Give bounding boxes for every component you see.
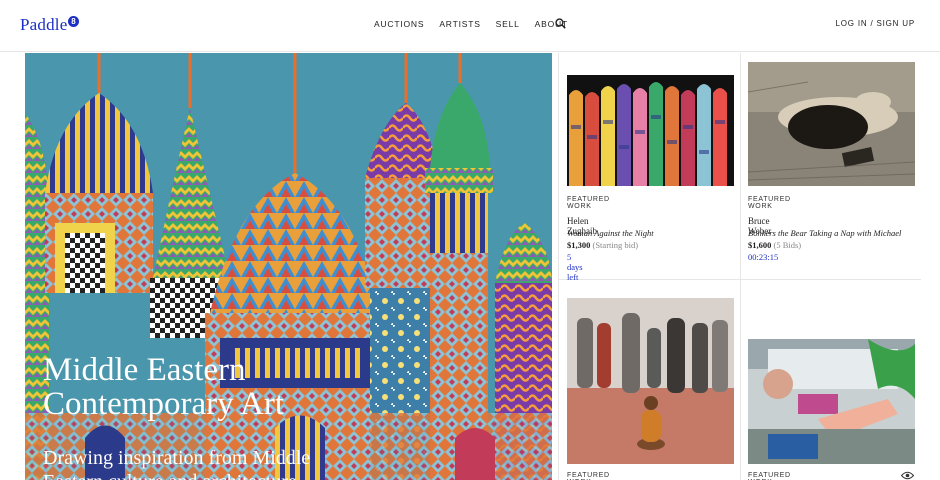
artwork-image	[748, 339, 915, 464]
hero-subtitle: Drawing inspiration from Middle Eastern …	[43, 447, 311, 480]
artwork-image	[748, 62, 915, 186]
time-remaining: 00:23:15	[748, 252, 779, 262]
card-label: FEATURED WORK	[567, 472, 610, 480]
price-note: (5 Bids)	[773, 240, 802, 250]
card-label: FEATURED WORK	[748, 196, 791, 210]
work-title[interactable]: Woman Against the Night	[567, 228, 727, 238]
eye-icon[interactable]	[901, 471, 914, 480]
grid-divider	[558, 53, 559, 480]
nav-sell[interactable]: SELL	[496, 19, 520, 29]
time-remaining: 5 days left	[567, 252, 583, 282]
login-signup-link[interactable]: LOG IN / SIGN UP	[836, 19, 915, 28]
logo-badge[interactable]: 8	[68, 16, 79, 27]
search-icon[interactable]	[555, 18, 566, 29]
work-title[interactable]: Bonkers the Bear Taking a Nap with Micha…	[748, 228, 904, 238]
price-value: $1,300	[567, 240, 591, 250]
card-label: FEATURED WORK	[748, 472, 791, 480]
main-nav: AUCTIONS ARTISTS SELL ABOUT	[374, 19, 568, 29]
artwork-thumbnail[interactable]	[748, 62, 915, 186]
grid-divider	[558, 279, 921, 280]
price-line: $1,600 (5 Bids)	[748, 240, 801, 250]
artwork-thumbnail[interactable]	[748, 339, 915, 464]
grid-divider	[740, 53, 741, 480]
price-line: $1,300 (Starting bid)	[567, 240, 638, 250]
card-label: FEATURED WORK	[567, 196, 610, 210]
artwork-image	[567, 298, 734, 464]
hero-banner[interactable]: Middle Eastern Contemporary Art Drawing …	[25, 53, 552, 480]
site-header: Paddle 8 AUCTIONS ARTISTS SELL ABOUT LOG…	[0, 0, 940, 52]
artwork-thumbnail[interactable]	[567, 298, 734, 464]
hero-title[interactable]: Middle Eastern Contemporary Art	[43, 353, 343, 421]
price-value: $1,600	[748, 240, 772, 250]
price-note: (Starting bid)	[592, 240, 639, 250]
nav-artists[interactable]: ARTISTS	[439, 19, 480, 29]
nav-auctions[interactable]: AUCTIONS	[374, 19, 424, 29]
logo[interactable]: Paddle	[20, 15, 67, 35]
artwork-image	[567, 75, 734, 186]
artwork-thumbnail[interactable]	[567, 75, 734, 186]
